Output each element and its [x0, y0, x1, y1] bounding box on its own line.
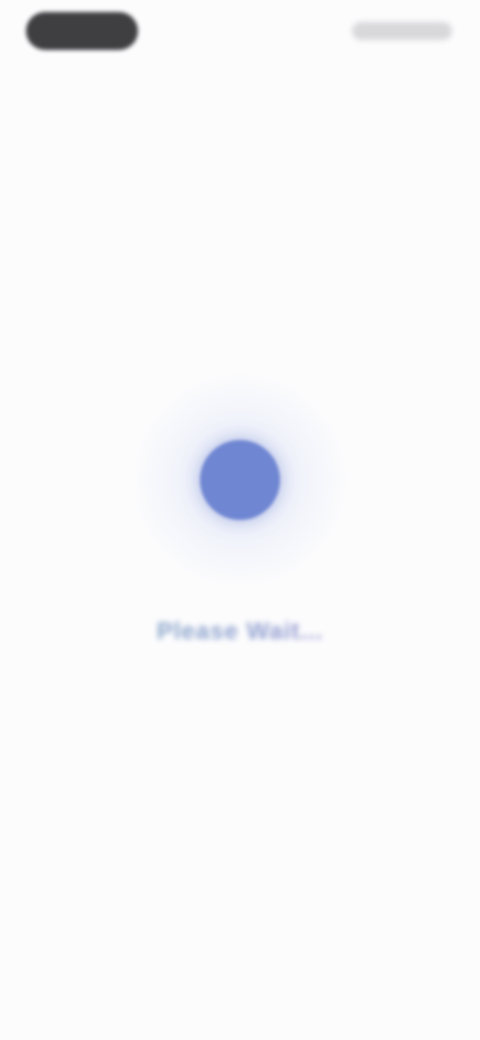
loading-container: Please Wait...: [0, 300, 480, 720]
loading-dot-icon: [200, 440, 280, 520]
status-pill: [26, 12, 138, 50]
status-bar: [0, 0, 480, 64]
status-indicators: [352, 22, 452, 40]
loading-message: Please Wait...: [90, 618, 390, 646]
